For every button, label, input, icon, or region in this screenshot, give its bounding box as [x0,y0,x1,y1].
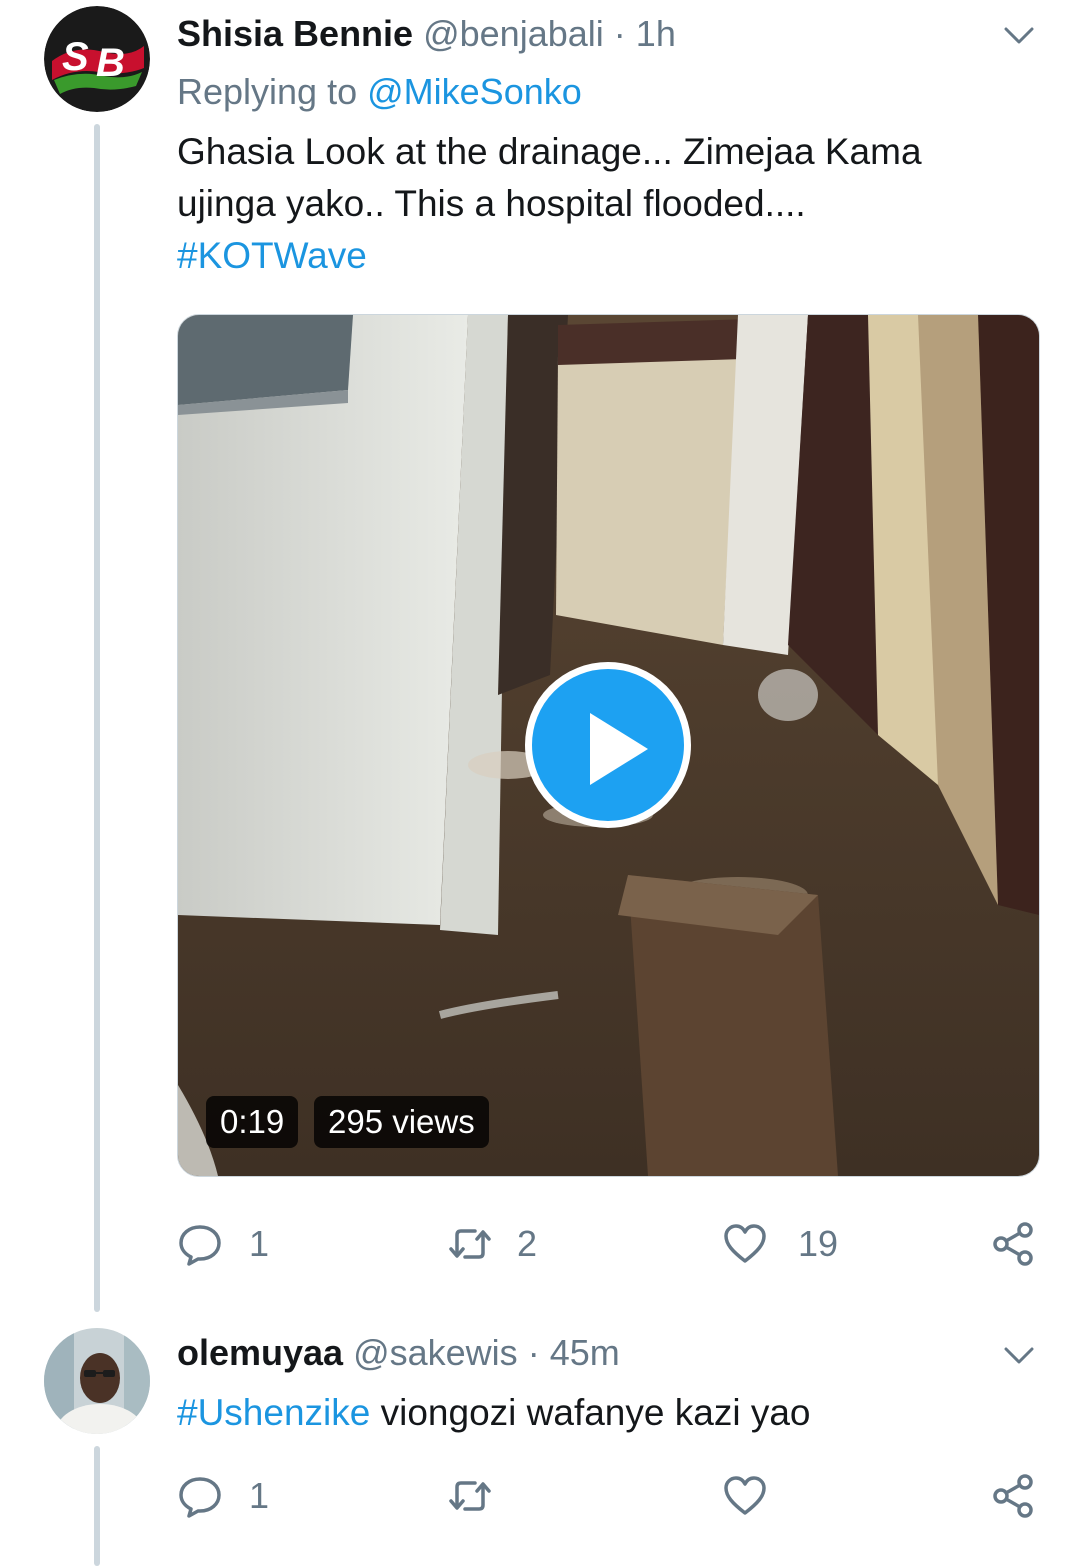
user-handle[interactable]: @benjabali [423,13,604,54]
tweet-text-line-1: Ghasia Look at the drainage... Zimejaa K… [177,131,922,172]
video-views: 295 views [314,1096,489,1148]
timestamp[interactable]: 45m [550,1332,620,1373]
tweet-header: olemuyaa @sakewis · 45m [177,1331,620,1375]
like-action[interactable]: 19 [722,1214,838,1274]
video-player[interactable]: 0:19 295 views [177,314,1040,1177]
avatar[interactable]: S B [44,6,150,112]
share-icon [993,1474,1033,1518]
tweet-text-line-2: ujinga yako.. This a hospital flooded...… [177,183,806,224]
retweet-count: 2 [517,1223,538,1264]
tweet-shisia-bennie[interactable]: S B Shisia Bennie @benjabali · 1h Replyi… [0,0,1080,1312]
reply-action[interactable]: 1 [177,1214,269,1274]
tweet-olemuyaa[interactable]: olemuyaa @sakewis · 45m #Ushenzike viong… [0,1310,1080,1566]
replying-to: Replying to @MikeSonko [177,70,582,114]
hashtag-link[interactable]: #Ushenzike [177,1392,370,1433]
replying-to-link[interactable]: @MikeSonko [367,71,582,112]
svg-text:B: B [96,41,125,85]
reply-icon [179,1477,221,1518]
tweet-text: Ghasia Look at the drainage... Zimejaa K… [177,126,1037,282]
thread-line [94,1446,100,1566]
tweet-actions: 1 [177,1466,1037,1526]
avatar[interactable] [44,1328,150,1434]
retweet-icon [449,1229,491,1259]
timestamp[interactable]: 1h [636,13,676,54]
tweet-text: #Ushenzike viongozi wafanye kazi yao [177,1387,1037,1439]
display-name[interactable]: Shisia Bennie [177,13,413,54]
display-name[interactable]: olemuyaa [177,1332,343,1373]
retweet-action[interactable]: 2 [447,1214,537,1274]
like-count: 19 [798,1223,839,1264]
share-icon [993,1222,1033,1266]
share-action[interactable] [991,1214,1037,1274]
tweet-header: Shisia Bennie @benjabali · 1h [177,12,676,56]
tweet-actions: 1 2 19 [177,1214,1037,1274]
tweet-text-body: viongozi wafanye kazi yao [380,1392,811,1433]
user-photo-icon [44,1328,150,1434]
svg-text:S: S [62,35,89,79]
heart-icon [724,1476,766,1515]
retweet-action[interactable] [447,1466,519,1526]
share-action[interactable] [991,1466,1037,1526]
reply-count: 1 [249,1475,270,1516]
chevron-down-icon[interactable] [1002,1338,1036,1372]
like-action[interactable] [722,1466,794,1526]
hashtag-link[interactable]: #KOTWave [177,230,1037,282]
video-duration: 0:19 [206,1096,299,1148]
sb-logo-icon: S B [44,6,150,112]
retweet-icon [449,1481,491,1511]
play-icon[interactable] [525,662,691,828]
replying-prefix: Replying to [177,71,358,112]
reply-icon [179,1225,221,1266]
separator: · [613,13,626,54]
heart-icon [724,1224,766,1263]
chevron-down-icon[interactable] [1002,18,1036,52]
reply-action[interactable]: 1 [177,1466,269,1526]
thread-line [94,124,100,1312]
reply-count: 1 [249,1223,270,1264]
user-handle[interactable]: @sakewis [353,1332,518,1373]
separator: · [527,1332,540,1373]
